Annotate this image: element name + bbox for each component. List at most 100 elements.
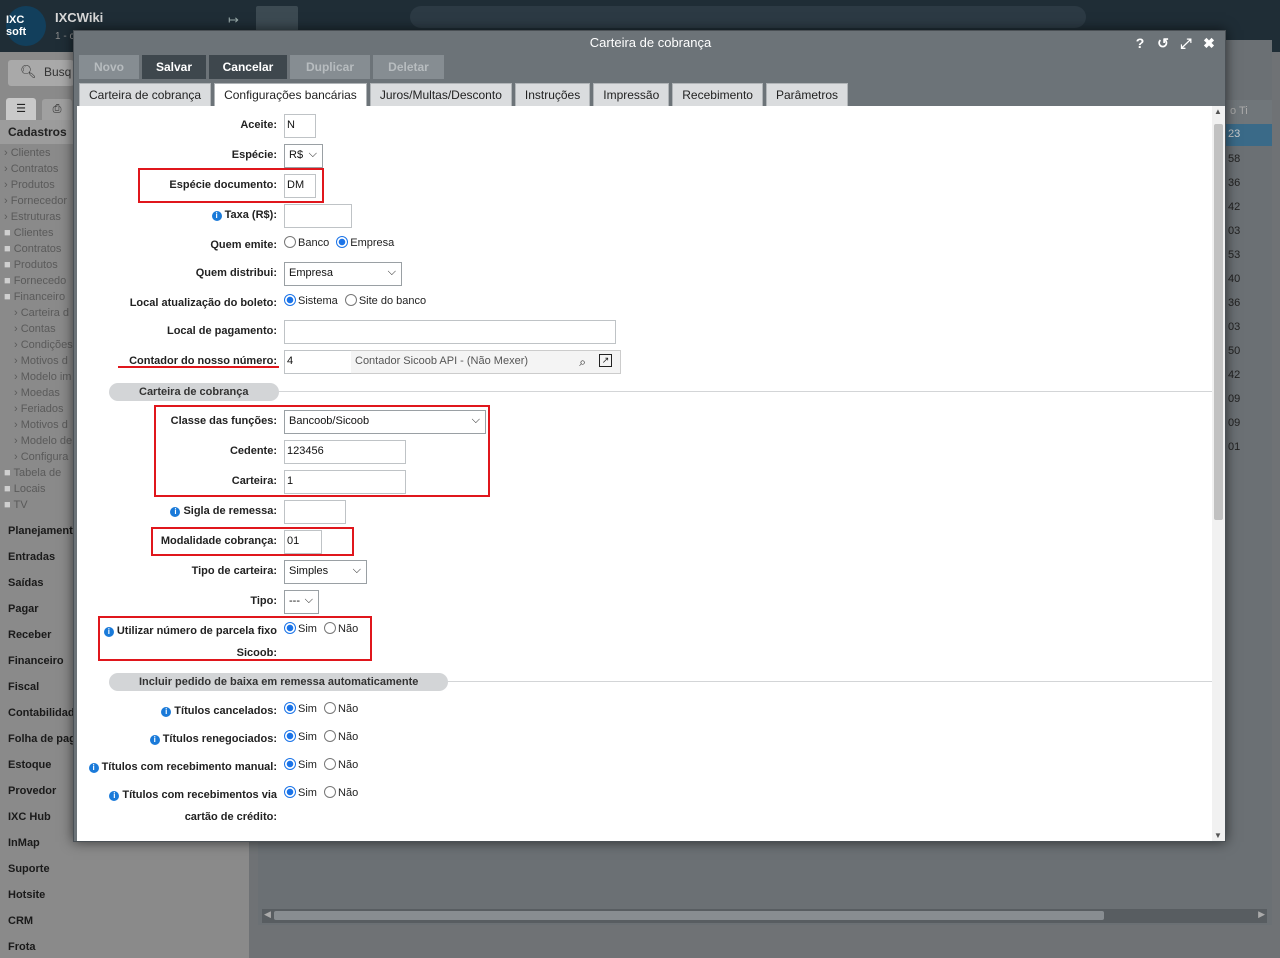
info-icon[interactable]: i <box>161 707 172 717</box>
deletar-button[interactable]: Deletar <box>373 55 444 79</box>
app-name: IXCWiki <box>55 10 104 25</box>
grid-row-time: 36 <box>1228 297 1241 309</box>
sidebar-tree-label: Modelo im <box>20 371 72 383</box>
close-icon[interactable]: ✖ <box>1201 35 1217 51</box>
local-pagamento-label: Local de pagamento: <box>166 325 277 337</box>
cancelar-button[interactable]: Cancelar <box>209 55 287 79</box>
radio-sim[interactable] <box>284 702 296 714</box>
tab-parametros[interactable]: Parâmetros <box>765 83 849 106</box>
list-tab-icon[interactable]: ☰ <box>6 98 36 120</box>
local-pagamento-input[interactable] <box>284 320 616 344</box>
radio-banco[interactable] <box>284 236 296 248</box>
carteira-modal: Carteira de cobrança ? ↺ ⤢ ✖ Novo Salvar… <box>73 30 1226 842</box>
radio-site-do-banco[interactable] <box>344 294 357 306</box>
tipo-carteira-select[interactable]: Simples ⌵ <box>284 560 367 584</box>
chevron-down-icon: ⌵ <box>304 594 313 606</box>
open-external-icon[interactable]: ↗ <box>599 354 612 367</box>
sidebar-tree-label: Clientes <box>10 147 51 159</box>
radio-banco-label: Banco <box>298 237 330 249</box>
top-bar-tab[interactable] <box>256 6 298 32</box>
chevron-down-icon: ⌵ <box>352 564 361 576</box>
radio-sim[interactable] <box>284 786 296 798</box>
tab-configuracoes-bancarias[interactable]: Configurações bancárias <box>214 83 367 107</box>
chevron-right-icon: › <box>14 371 21 383</box>
help-icon[interactable]: ? <box>1132 35 1148 51</box>
top-bar-search[interactable] <box>410 6 1086 28</box>
grid-horizontal-scrollbar[interactable]: ◀ ▶ <box>262 909 1267 923</box>
sidebar-menu-item[interactable]: CRM <box>0 908 249 934</box>
grid-rows: 58 36 42 03 53 40 36 03 50 42 09 09 01 <box>1228 150 1240 462</box>
grid-row-time: 42 <box>1228 201 1241 213</box>
scrollbar-thumb[interactable] <box>274 911 1104 920</box>
grid-selected-row[interactable]: 23 <box>1226 124 1272 146</box>
print-tab-icon[interactable]: ⎙ <box>42 99 72 121</box>
radio-nao-label: Não <box>338 703 359 715</box>
tipo-select[interactable]: --- ⌵ <box>284 590 319 614</box>
logout-icon[interactable]: ↦ <box>228 12 239 28</box>
highlight-underline <box>118 366 279 368</box>
sidebar-tree-label: Configura <box>20 451 69 463</box>
sidebar-tree-label: Fornecedo <box>13 275 67 287</box>
radio-sim[interactable] <box>284 758 296 770</box>
form-vertical-scrollbar[interactable]: ▲ ▼ <box>1212 106 1225 841</box>
tab-juros-multas-desconto[interactable]: Juros/Multas/Desconto <box>369 83 512 106</box>
tab-impressao[interactable]: Impressão <box>593 83 670 106</box>
radio-nao[interactable] <box>324 730 337 742</box>
radio-nao[interactable] <box>324 702 337 714</box>
chevron-right-icon: › <box>14 323 21 335</box>
grid-row-time: 03 <box>1228 225 1241 237</box>
aceite-input[interactable]: N <box>284 114 316 138</box>
sidebar-menu-item[interactable]: Frota <box>0 934 249 958</box>
taxa-input[interactable] <box>284 204 352 228</box>
expand-icon[interactable]: ⤢ <box>1178 35 1194 51</box>
radio-nao[interactable] <box>324 786 337 798</box>
radio-sim-label: Sim <box>298 787 317 799</box>
radio-sistema[interactable] <box>284 294 296 306</box>
info-icon[interactable]: i <box>170 507 181 517</box>
sidebar-tree-label: Produtos <box>10 179 55 191</box>
highlight-box <box>98 616 372 661</box>
row-quem-emite: Quem emite: Banco Empresa <box>77 232 1207 256</box>
info-icon[interactable]: i <box>109 791 120 801</box>
local-atualizacao-radios: Sistema Site do banco <box>284 290 430 307</box>
duplicar-button[interactable]: Duplicar <box>290 55 370 79</box>
tab-instrucoes[interactable]: Instruções <box>514 83 591 106</box>
tab-recebimento[interactable]: Recebimento <box>672 83 763 106</box>
tipo-label: Tipo: <box>250 595 277 607</box>
search-icon[interactable]: ⌕ <box>579 355 586 370</box>
sidebar-tree-label: Financeiro <box>13 291 66 303</box>
scroll-up-icon[interactable]: ▲ <box>1214 107 1222 116</box>
radio-nao[interactable] <box>324 758 337 770</box>
history-icon[interactable]: ↺ <box>1155 35 1171 51</box>
sidebar-tree-label: Moedas <box>20 387 60 399</box>
folder-icon: ■ <box>4 291 14 303</box>
info-icon[interactable]: i <box>149 735 160 745</box>
quem-distribui-select[interactable]: Empresa ⌵ <box>284 262 402 286</box>
chevron-right-icon: › <box>4 211 11 223</box>
radio-nao-label: Não <box>338 759 359 771</box>
novo-button[interactable]: Novo <box>79 55 139 79</box>
row-taxa: i Taxa (R$): <box>77 204 1207 228</box>
radio-empresa[interactable] <box>336 236 349 248</box>
salvar-button[interactable]: Salvar <box>142 55 206 79</box>
tab-carteira-de-cobranca[interactable]: Carteira de cobrança <box>79 83 212 106</box>
info-icon[interactable]: i <box>211 211 222 221</box>
especie-select[interactable]: R$ ⌵ <box>284 144 323 168</box>
scrollbar-thumb[interactable] <box>1214 124 1223 520</box>
folder-icon: ■ <box>4 275 14 287</box>
section-incluir-pedido-baixa: Incluir pedido de baixa em remessa autom… <box>109 673 448 691</box>
contador-lookup-text: Contador Sicoob API - (Não Mexer) <box>355 355 529 367</box>
sidebar-search[interactable]: 🔍︎ Busq <box>8 60 74 86</box>
scroll-right-icon[interactable]: ▶ <box>1258 909 1265 920</box>
scroll-left-icon[interactable]: ◀ <box>264 909 271 920</box>
sigla-remessa-input[interactable] <box>284 500 346 524</box>
radio-sim[interactable] <box>284 730 296 742</box>
info-icon[interactable]: i <box>88 763 99 773</box>
scroll-down-icon[interactable]: ▼ <box>1214 831 1222 840</box>
sidebar-menu-item[interactable]: Suporte <box>0 856 249 882</box>
tipo-carteira-value: Simples <box>289 565 329 577</box>
grid-row-time: 50 <box>1228 345 1241 357</box>
sidebar-menu-item[interactable]: Hotsite <box>0 882 249 908</box>
radio-sim-label: Sim <box>298 731 317 743</box>
contador-input[interactable]: 4 <box>284 350 352 374</box>
